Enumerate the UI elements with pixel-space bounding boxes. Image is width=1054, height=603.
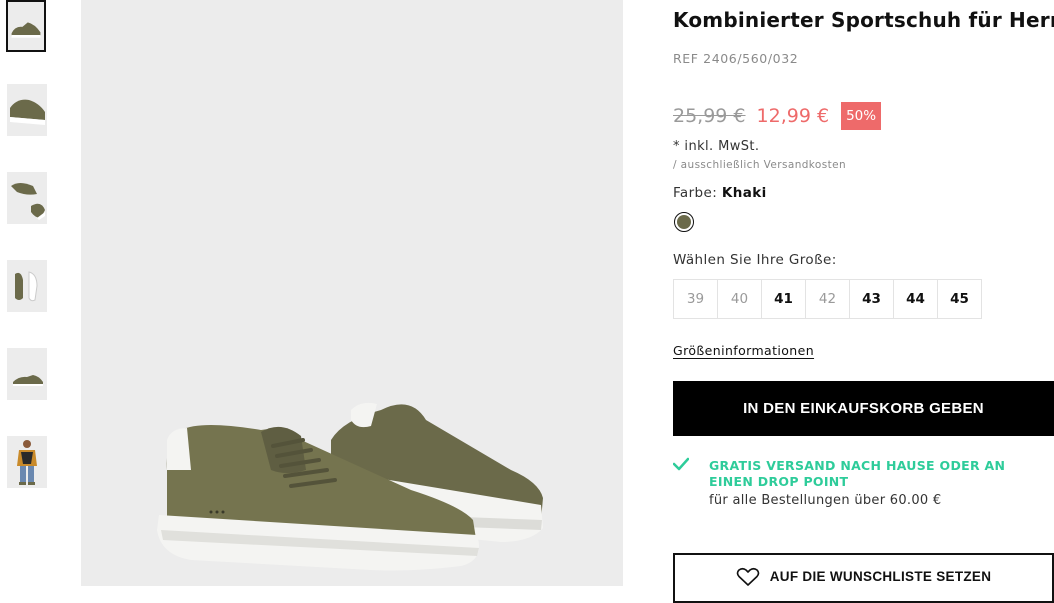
size-option-44[interactable]: 44 (893, 279, 938, 319)
main-product-image[interactable] (81, 0, 623, 586)
check-icon (673, 457, 689, 471)
thumbnail-list (0, 0, 60, 586)
shipping-cost-note: / ausschließlich Versandkosten (673, 159, 847, 171)
size-option-41[interactable]: 41 (761, 279, 806, 319)
thumbnail-5[interactable] (7, 348, 47, 400)
size-option-43[interactable]: 43 (849, 279, 894, 319)
size-selector: 39 40 41 42 43 44 45 (673, 279, 982, 319)
thumbnail-6[interactable] (7, 436, 47, 488)
tax-note: * inkl. MwSt. (673, 139, 760, 154)
sale-price: 12,99 € (756, 105, 830, 127)
old-price: 25,99 € (673, 105, 746, 127)
thumbnail-4[interactable] (7, 260, 47, 312)
size-option-40[interactable]: 40 (717, 279, 762, 319)
size-option-42[interactable]: 42 (805, 279, 850, 319)
price-row: 25,99 € 12,99 € 50% (673, 101, 882, 131)
heart-icon (736, 567, 760, 586)
wishlist-label: AUF DIE WUNSCHLISTE SETZEN (769, 569, 992, 584)
color-name: Khaki (721, 185, 767, 201)
color-swatch-fill (677, 215, 691, 229)
product-title: Kombinierter Sportschuh für Herren (673, 8, 1054, 32)
free-shipping-title: GRATIS VERSAND NACH HAUSE ODER AN EINEN … (709, 458, 1006, 489)
free-shipping-subtitle: für alle Bestellungen über 60.00 € (709, 493, 942, 508)
product-info-panel: Kombinierter Sportschuh für Herren REF 2… (673, 0, 1054, 603)
color-label: Farbe: Khaki (673, 185, 767, 201)
thumbnail-1[interactable] (6, 0, 46, 52)
add-to-wishlist-button[interactable]: AUF DIE WUNSCHLISTE SETZEN (673, 553, 1054, 603)
product-reference: REF 2406/560/032 (673, 51, 799, 66)
add-to-cart-button[interactable]: IN DEN EINKAUFSKORB GEBEN (673, 381, 1054, 436)
thumbnail-2[interactable] (7, 84, 47, 136)
color-label-text: Farbe: (673, 185, 718, 201)
size-option-45[interactable]: 45 (937, 279, 982, 319)
color-swatch-khaki[interactable] (674, 212, 694, 232)
size-option-39[interactable]: 39 (673, 279, 718, 319)
size-info-link[interactable]: Größeninformationen (673, 343, 814, 358)
thumbnail-3[interactable] (7, 172, 47, 224)
discount-badge: 50% (841, 102, 882, 130)
size-label: Wählen Sie Ihre Große: (673, 252, 837, 268)
